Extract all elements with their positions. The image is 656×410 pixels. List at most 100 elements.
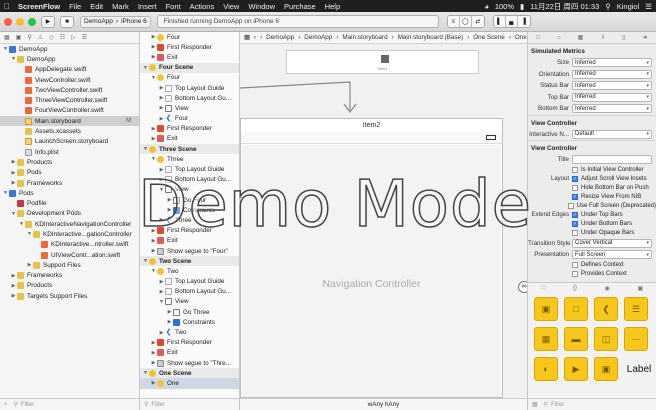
file-template-icon[interactable]: □ [542, 285, 546, 291]
outline-row[interactable]: ▼ Two [140, 266, 239, 276]
library-filter[interactable]: ▦ ⚲ Filter [528, 398, 656, 410]
metric-select[interactable]: Inferred ▾ [572, 69, 652, 79]
disclosure-open-icon[interactable]: ▼ [158, 299, 165, 305]
tab-bar-controller-icon[interactable]: ▬ [564, 327, 588, 351]
attributes-inspector-icon[interactable]: ⇩ [600, 34, 605, 41]
navigator-row[interactable]: ▶ Products [0, 281, 139, 291]
outline-row[interactable]: ▶ First Responder [140, 226, 239, 236]
warning-icon[interactable]: ⚠ [38, 34, 43, 41]
disclosure-open-icon[interactable]: ▼ [142, 65, 149, 71]
navigator-row[interactable]: Main.storyboard M [0, 116, 139, 127]
battery-icon[interactable]: ▮ [520, 2, 524, 11]
disclosure-closed-icon[interactable]: ▶ [150, 228, 157, 234]
disclosure-closed-icon[interactable]: ▶ [158, 217, 165, 223]
disclosure-closed-icon[interactable]: ▶ [158, 167, 165, 173]
disclosure-closed-icon[interactable]: ▶ [10, 293, 17, 299]
disclosure-closed-icon[interactable]: ▶ [150, 340, 157, 346]
navigator-row[interactable]: ▼ DemoApp [0, 44, 139, 54]
help-inspector-icon[interactable]: ○ [557, 35, 561, 41]
defines-context-checkbox[interactable] [572, 262, 578, 268]
identity-inspector-icon[interactable]: ▦ [578, 34, 584, 41]
disclosure-closed-icon[interactable]: ▶ [150, 136, 157, 142]
outline-row[interactable]: ▶ Go Three [140, 307, 239, 317]
glkit-view-controller-icon[interactable]: ◐ [534, 357, 558, 381]
disclosure-closed-icon[interactable]: ▶ [150, 248, 157, 254]
navigator-row[interactable]: Podfile [0, 198, 139, 208]
menu-mark[interactable]: Mark [112, 2, 129, 11]
navigator-row[interactable]: AppDelegate.swift [0, 65, 139, 75]
disclosure-closed-icon[interactable]: ▶ [150, 34, 157, 40]
size-class-label[interactable]: wAny hAny [368, 401, 400, 408]
report-icon[interactable]: ☰ [82, 34, 87, 41]
outline-row[interactable]: ▶ ❮ Four [140, 114, 239, 124]
navigator-toggle-icon[interactable]: ▌ [493, 16, 506, 27]
metric-select[interactable]: Inferred ▾ [572, 81, 652, 91]
option-checkbox[interactable]: ✓ [572, 221, 578, 227]
navigator-row[interactable]: ▼ Pods [0, 188, 139, 198]
disclosure-closed-icon[interactable]: ▶ [166, 207, 173, 213]
menu-window[interactable]: Window [248, 2, 275, 11]
navigator-row[interactable]: ViewController.swift [0, 75, 139, 85]
navigator-row[interactable]: KDInteractive...ntroller.swift [0, 240, 139, 250]
outline-row[interactable]: ▶ Exit [140, 52, 239, 62]
outline-row[interactable]: ▶ First Responder [140, 338, 239, 348]
disclosure-closed-icon[interactable]: ▶ [158, 105, 165, 111]
disclosure-closed-icon[interactable]: ▶ [158, 177, 165, 183]
breakpoint-icon[interactable]: ▷ [71, 34, 76, 41]
test-icon[interactable]: ◇ [49, 34, 54, 41]
menu-insert[interactable]: Insert [138, 2, 157, 11]
disclosure-closed-icon[interactable]: ▶ [158, 330, 165, 336]
debug-toggle-icon[interactable]: ▄ [505, 16, 518, 27]
outline-row[interactable]: ▶ Top Layout Guide [140, 164, 239, 174]
user-name[interactable]: Kingiol [617, 2, 640, 11]
disclosure-closed-icon[interactable]: ▶ [150, 238, 157, 244]
outline-row[interactable]: ▶ Constraints [140, 317, 239, 327]
disclosure-closed-icon[interactable]: ▶ [150, 44, 157, 50]
standard-editor-icon[interactable]: ≡ [447, 16, 460, 27]
provides-context-checkbox[interactable] [572, 271, 578, 277]
zoom-window-button[interactable] [28, 17, 36, 26]
navigator-row[interactable]: FourViewController.swift [0, 106, 139, 116]
navigator-row[interactable]: TwoViewController.swift [0, 85, 139, 95]
disclosure-closed-icon[interactable]: ▶ [10, 180, 17, 186]
outline-row[interactable]: ▶ First Responder [140, 42, 239, 52]
interactive-select[interactable]: Default ▾ [572, 129, 652, 139]
navigator-row[interactable]: Info.plist [0, 147, 139, 157]
outline-row[interactable]: ▼ View [140, 185, 239, 195]
outline-row[interactable]: ▶ Bottom Layout Gu... [140, 175, 239, 185]
av-player-view-controller-icon[interactable]: ▶ [564, 357, 588, 381]
disclosure-open-icon[interactable]: ▼ [150, 156, 157, 162]
assistant-editor-icon[interactable]: ◯ [459, 16, 472, 27]
disclosure-open-icon[interactable]: ▼ [2, 190, 9, 196]
navigator-row[interactable]: UIViewContr...ation.swift [0, 250, 139, 260]
menu-list-icon[interactable]: ☰ [645, 2, 652, 11]
grid-view-icon[interactable]: ▦ [532, 401, 538, 408]
scene-body[interactable]: Navigation Controller [242, 145, 501, 397]
plus-icon[interactable]: + [4, 402, 8, 408]
symbol-icon[interactable]: ▣ [16, 34, 22, 41]
apple-icon[interactable]:  [4, 2, 10, 11]
outline-row[interactable]: ▶ Show segue to "Four" [140, 246, 239, 256]
disclosure-open-icon[interactable]: ▼ [10, 211, 17, 217]
metric-select[interactable]: Inferred ▾ [572, 104, 652, 114]
disclosure-closed-icon[interactable]: ▶ [166, 309, 173, 315]
inspector-toggle-icon[interactable]: ▐ [517, 16, 530, 27]
navigator-row[interactable]: ThreeViewController.swift [0, 95, 139, 105]
storyboard-canvas[interactable]: ▦ ‹ › DemoApp › DemoApp › Main.storyboar… [240, 32, 527, 410]
disclosure-closed-icon[interactable]: ▶ [26, 262, 33, 268]
page-view-controller-icon[interactable]: ⋯ [624, 327, 648, 351]
menu-actions[interactable]: Actions [190, 2, 215, 11]
menu-app-name[interactable]: ScreenFlow [18, 2, 60, 11]
version-editor-icon[interactable]: ⇄ [471, 16, 484, 27]
media-library-icon[interactable]: ▣ [638, 285, 644, 292]
disclosure-closed-icon[interactable]: ▶ [158, 289, 165, 295]
wifi-icon[interactable]: ◕ [484, 2, 489, 11]
outline-row[interactable]: ▼ Three [140, 154, 239, 164]
disclosure-closed-icon[interactable]: ▶ [10, 283, 17, 289]
menu-file[interactable]: File [69, 2, 81, 11]
code-snippet-icon[interactable]: {} [573, 285, 577, 291]
disclosure-closed-icon[interactable]: ▶ [158, 279, 165, 285]
outline-row[interactable]: ▶ Bottom Layout Gu... [140, 287, 239, 297]
navigator-row[interactable]: ▶ Products [0, 157, 139, 167]
find-icon[interactable]: ⚲ [27, 34, 31, 41]
